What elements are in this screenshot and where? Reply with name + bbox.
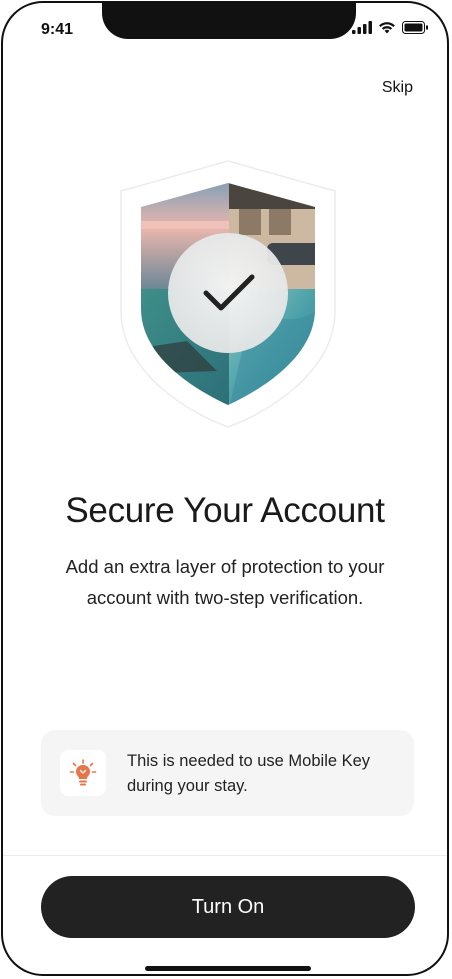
turn-on-button[interactable]: Turn On	[41, 876, 415, 938]
status-icons	[352, 21, 429, 34]
skip-button[interactable]: Skip	[382, 79, 413, 97]
cellular-signal-icon	[352, 21, 372, 34]
hero-shield	[117, 159, 339, 431]
wifi-icon	[379, 22, 395, 34]
page-subtitle: Add an extra layer of protection to your…	[65, 556, 385, 608]
home-indicator	[145, 966, 311, 971]
lightbulb-icon	[69, 759, 97, 786]
page-title: Secure Your Account	[65, 491, 385, 530]
shield-photo-collage	[120, 160, 336, 428]
phone-frame: 9:41 Skip Secure Your Account Add an ext…	[1, 1, 449, 976]
device-notch	[102, 3, 356, 39]
status-time: 9:41	[41, 21, 74, 38]
note-text: This is needed to use Mobile Key during …	[127, 752, 371, 795]
footer-divider	[3, 855, 447, 856]
info-note: This is needed to use Mobile Key during …	[41, 730, 414, 816]
battery-icon	[402, 21, 428, 34]
note-icon-box	[60, 750, 106, 796]
